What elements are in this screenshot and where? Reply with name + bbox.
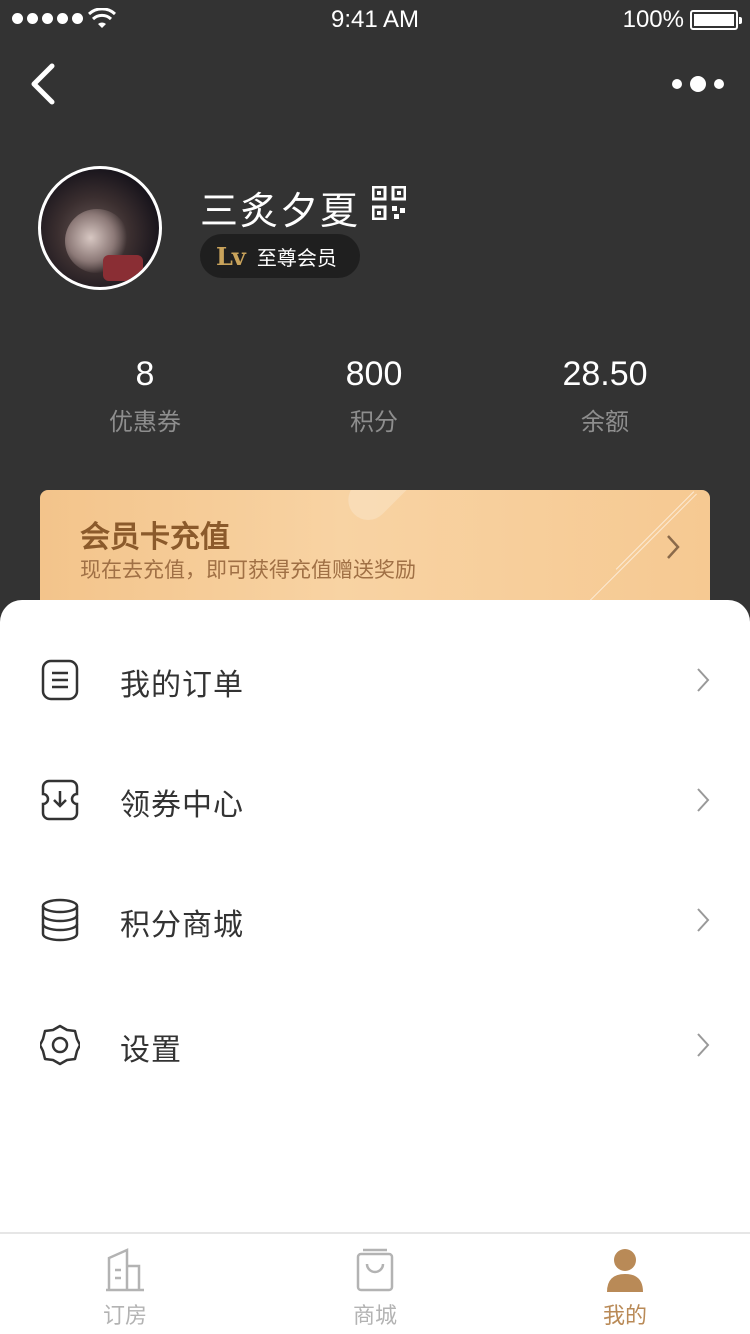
tab-booking[interactable]: 订房	[0, 1248, 250, 1330]
stat-balance-value: 28.50	[562, 355, 648, 393]
status-bar: 9:41 AM 100%	[0, 0, 750, 40]
user-name: 三炙夕夏	[200, 189, 361, 233]
tab-booking-label: 订房	[102, 1304, 147, 1329]
member-level-label: 至尊会员	[256, 245, 337, 270]
tab-mine[interactable]: 我的	[500, 1248, 750, 1330]
tab-mine-label: 我的	[602, 1304, 647, 1329]
tab-mall-label: 商城	[352, 1304, 397, 1329]
menu-item-orders-label: 我的订单	[120, 668, 244, 703]
menu-item-orders[interactable]: 我的订单	[0, 620, 750, 740]
points-stack-icon	[41, 898, 79, 942]
stat-coupons-value: 8	[135, 355, 155, 393]
bottom-tab-bar: 订房 商城 我的	[0, 1232, 750, 1334]
level-icon: Lv	[216, 241, 246, 271]
menu-panel: 我的订单 领券中心 积分商城 设置	[0, 600, 750, 1232]
menu-item-settings[interactable]: 设置	[0, 985, 750, 1105]
chevron-right-icon	[697, 788, 710, 812]
stat-points-label: 积分	[350, 408, 398, 436]
recharge-title: 会员卡充值	[80, 520, 230, 555]
stat-points-value: 800	[345, 355, 403, 393]
back-button[interactable]	[22, 60, 66, 108]
stat-balance[interactable]: 28.50 余额	[505, 352, 705, 437]
chevron-right-icon	[697, 1033, 710, 1057]
chevron-right-icon	[667, 535, 680, 559]
gear-icon	[40, 1024, 80, 1066]
coupon-download-icon	[41, 779, 79, 821]
qr-code-icon[interactable]	[372, 186, 406, 220]
shopping-bag-icon	[356, 1248, 394, 1292]
menu-item-points-mall-label: 积分商城	[120, 908, 244, 943]
battery-icon	[690, 10, 742, 30]
chevron-right-icon	[697, 668, 710, 692]
more-options-button[interactable]	[672, 70, 724, 98]
chevron-right-icon	[697, 908, 710, 932]
member-level-badge[interactable]: Lv 至尊会员	[200, 234, 360, 278]
stat-coupons[interactable]: 8 优惠券	[45, 352, 245, 437]
tab-mall[interactable]: 商城	[250, 1248, 500, 1330]
stat-balance-label: 余额	[581, 408, 629, 436]
order-list-icon	[41, 659, 79, 701]
avatar[interactable]	[38, 166, 162, 290]
stat-coupons-label: 优惠券	[109, 408, 181, 436]
menu-item-settings-label: 设置	[120, 1033, 182, 1068]
menu-item-coupon-center-label: 领券中心	[120, 788, 244, 823]
recharge-subtitle: 现在去充值，即可获得充值赠送奖励	[80, 558, 416, 582]
menu-item-coupon-center[interactable]: 领券中心	[0, 740, 750, 860]
building-icon	[106, 1248, 144, 1292]
user-icon	[607, 1249, 643, 1292]
battery-percent: 100%	[622, 6, 684, 33]
menu-item-points-mall[interactable]: 积分商城	[0, 860, 750, 980]
stat-points[interactable]: 800 积分	[274, 352, 474, 437]
